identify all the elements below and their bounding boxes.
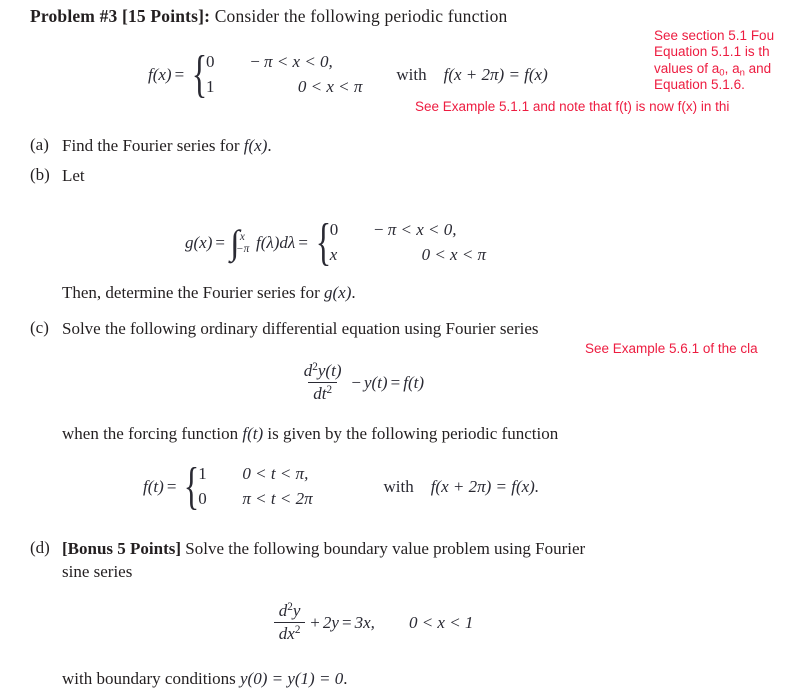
part-c-label: (c) <box>30 318 49 337</box>
equation-bvp: d2y dx2 + 2y = 3x, 0 < x < 1 <box>272 601 473 644</box>
bvp-domain: 0 < x < 1 <box>408 612 474 632</box>
part-c-text: Solve the following ordinary differentia… <box>62 319 539 338</box>
equals-sign: = <box>174 64 185 84</box>
with-keyword-ft: with <box>383 476 414 496</box>
part-d-text-line2: sine series <box>62 562 133 581</box>
left-brace: { <box>192 45 208 103</box>
equation-g-of-x: g(x) = ∫ x −π f(λ)dλ = { 0 − π < x < 0, … <box>185 213 486 271</box>
case-g-2-condition: 0 < x < π <box>421 244 487 264</box>
bvp-rhs: 3x, <box>354 612 375 632</box>
annotation-line-3-c: and <box>744 60 772 76</box>
case-g-1-condition: − π < x < 0, <box>373 220 457 239</box>
case-2-condition: 0 < x < π <box>297 76 363 96</box>
part-b-then-math: g(x) <box>324 283 352 302</box>
part-d-label: (d) <box>30 538 50 557</box>
annotation-line-3-b: , a <box>724 60 740 76</box>
part-d-text: [Bonus 5 Points] Solve the following bou… <box>62 539 586 558</box>
part-a-math: f(x) <box>243 136 268 155</box>
ode-minus: − <box>351 372 361 392</box>
case-row-1: 0 − π < x < 0, <box>206 50 362 75</box>
case-ft-1-value: 1 <box>198 464 207 483</box>
part-b-label: (b) <box>30 165 50 184</box>
bc-math: y(0) = y(1) = 0 <box>240 669 344 688</box>
integrand: f(λ)dλ <box>256 232 296 252</box>
bvp-fraction: d2y dx2 <box>274 601 306 644</box>
with-keyword: with <box>396 64 427 84</box>
equation-f-of-x-lhs: f(x) <box>148 64 172 84</box>
equation-g-lhs: g(x) <box>185 232 213 252</box>
bonus-badge: [Bonus 5 Points] <box>62 539 182 558</box>
case-g-row-2: x 0 < x < π <box>330 243 486 268</box>
bvp-denominator: dx2 <box>274 622 306 644</box>
case-g-row-1: 0 − π < x < 0, <box>330 218 486 243</box>
bvp-plus: + <box>310 612 320 632</box>
equation-f-of-t: f(t) = { 1 0 < t < π, 0 π < t < 2π with … <box>143 457 540 515</box>
integral: ∫ x −π <box>230 225 250 260</box>
left-brace-ft: { <box>184 457 200 515</box>
annotation-line-3-a: values of a <box>654 60 720 76</box>
ode-fraction: d2y(t) dt2 <box>299 361 346 404</box>
case-1-value: 0 <box>206 52 215 71</box>
annotation-example-5-6-1: See Example 5.6.1 of the cla <box>585 341 758 356</box>
part-c-forcing-text: when the forcing function f(t) is given … <box>62 424 559 443</box>
integral-upper-limit: x <box>239 230 245 243</box>
ode-denominator: dt2 <box>308 382 337 404</box>
part-a-text: Find the Fourier series for f(x). <box>62 136 272 155</box>
annotation-line-2: Equation 5.1.1 is th <box>654 44 770 60</box>
case-row-2: 1 0 < x < π <box>206 75 362 100</box>
ode-equals: = <box>390 372 401 392</box>
case-ft-row-2: 0 π < t < 2π <box>198 487 348 512</box>
page-title-prefix: Problem #3 [15 Points]: <box>30 6 211 26</box>
case-ft-row-1: 1 0 < t < π, <box>198 462 348 487</box>
piecewise-cases: { 0 − π < x < 0, 1 0 < x < π <box>187 45 362 103</box>
annotation-example-5-1-1: See Example 5.1.1 and note that f(t) is … <box>415 99 730 114</box>
piecewise-cases-ft: { 1 0 < t < π, 0 π < t < 2π <box>179 457 348 515</box>
case-g-1-value: 0 <box>329 220 339 239</box>
part-b-text: Let <box>62 166 85 185</box>
equals-sign-ft: = <box>166 476 177 496</box>
left-brace-g: { <box>315 213 332 271</box>
part-d-boundary-conditions: with boundary conditions y(0) = y(1) = 0… <box>62 669 348 688</box>
periodicity-condition-ft: f(x + 2π) = f(x). <box>430 476 540 496</box>
bvp-equals: = <box>342 612 352 632</box>
case-1-condition: − π < x < 0, <box>250 52 333 71</box>
equals-sign-g: = <box>215 232 226 252</box>
piecewise-cases-g: { 0 − π < x < 0, x 0 < x < π <box>311 213 486 271</box>
periodicity-condition: f(x + 2π) = f(x) <box>443 64 548 84</box>
bvp-two-y: 2y <box>322 612 339 632</box>
annotation-line-3: values of a0, an and <box>654 60 774 78</box>
case-ft-2-value: 0 <box>198 488 207 508</box>
part-b-then-text: Then, determine the Fourier series for g… <box>62 283 356 302</box>
document-page: Problem #3 [15 Points]: Consider the fol… <box>0 0 787 697</box>
annotation-line-1: See section 5.1 Fou <box>654 28 775 43</box>
case-2-value: 1 <box>206 76 215 96</box>
annotation-section-5-1: See section 5.1 Fou Equation 5.1.1 is th… <box>654 28 774 94</box>
part-a-label: (a) <box>30 135 49 154</box>
case-ft-1-condition: 0 < t < π, <box>242 464 309 483</box>
annotation-line-4: Equation 5.1.6. <box>654 77 745 93</box>
page-title-rest: Consider the following periodic function <box>210 6 508 26</box>
case-g-2-value: x <box>329 244 338 264</box>
equation-ode: d2y(t) dt2 − y(t) = f(t) <box>297 361 424 404</box>
equation-f-t-lhs: f(t) <box>143 476 164 496</box>
equation-f-of-x: f(x) = { 0 − π < x < 0, 1 0 < x < π with… <box>148 45 548 103</box>
integral-lower-limit: −π <box>236 242 250 255</box>
ode-f-t: f(t) <box>403 372 425 392</box>
forcing-function-math: f(t) <box>242 424 264 443</box>
page-title: Problem #3 [15 Points]: Consider the fol… <box>30 6 507 28</box>
bvp-numerator: d2y <box>278 601 301 620</box>
equals-sign-g2: = <box>298 232 308 252</box>
case-ft-2-condition: π < t < 2π <box>242 488 313 508</box>
ode-numerator: d2y(t) <box>303 361 342 380</box>
ode-y-t: y(t) <box>363 372 388 392</box>
